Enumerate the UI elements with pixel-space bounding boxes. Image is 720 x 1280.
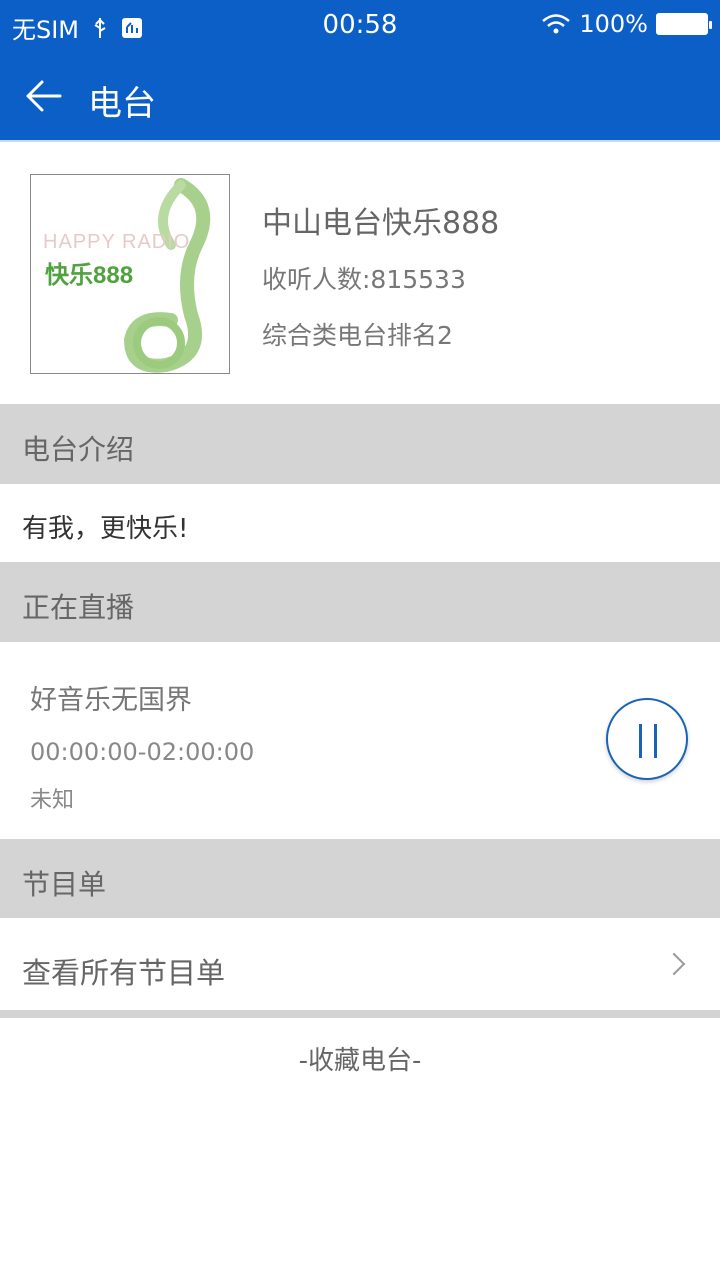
section-intro-label: 电台介绍 [22, 433, 135, 466]
section-live-label: 正在直播 [22, 591, 135, 624]
back-arrow-icon[interactable] [22, 74, 66, 118]
intro-content: 有我，更快乐! [0, 484, 720, 562]
pause-button[interactable] [606, 698, 688, 780]
battery-icon [656, 13, 712, 35]
pause-icon-bar [639, 724, 642, 758]
pause-icon-bar [654, 724, 657, 758]
station-cover-image: HAPPY RADIO 快乐888 [30, 174, 230, 374]
cover-ghost-text: HAPPY RADIO [43, 231, 191, 253]
program-host: 未知 [30, 788, 75, 813]
intro-text: 有我，更快乐! [22, 514, 189, 544]
status-bar: 无SIM 00:58 100% [0, 0, 720, 50]
status-right: 100% [541, 10, 712, 38]
view-all-schedule-row[interactable]: 查看所有节目单 [0, 918, 720, 1010]
program-time: 00:00:00-02:00:00 [30, 738, 255, 766]
listener-count: 收听人数:815533 [262, 265, 466, 294]
page-title: 电台 [88, 84, 156, 124]
live-program: 好音乐无国界 00:00:00-02:00:00 未知 [0, 642, 720, 839]
section-live-heading: 正在直播 [0, 562, 720, 642]
cover-logo-text: 快乐888 [45, 262, 134, 289]
section-schedule-label: 节目单 [22, 868, 107, 901]
nav-bar: 电台 [0, 50, 720, 142]
section-schedule-heading: 节目单 [0, 839, 720, 919]
wifi-icon [542, 14, 571, 34]
view-all-schedule-label: 查看所有节目单 [22, 956, 226, 990]
station-name: 中山电台快乐888 [262, 206, 500, 241]
section-divider [0, 1010, 720, 1018]
favorite-station-button[interactable]: -收藏电台- [0, 1040, 720, 1077]
top-bar: 无SIM 00:58 100% 电台 [0, 0, 720, 142]
chevron-right-icon [662, 952, 686, 976]
section-intro-heading: 电台介绍 [0, 404, 720, 484]
station-header: HAPPY RADIO 快乐888 中山电台快乐888 收听人数:815533 … [0, 142, 720, 404]
station-rank: 综合类电台排名2 [262, 321, 453, 350]
program-title: 好音乐无国界 [30, 685, 192, 716]
battery-percent: 100% [579, 10, 648, 38]
